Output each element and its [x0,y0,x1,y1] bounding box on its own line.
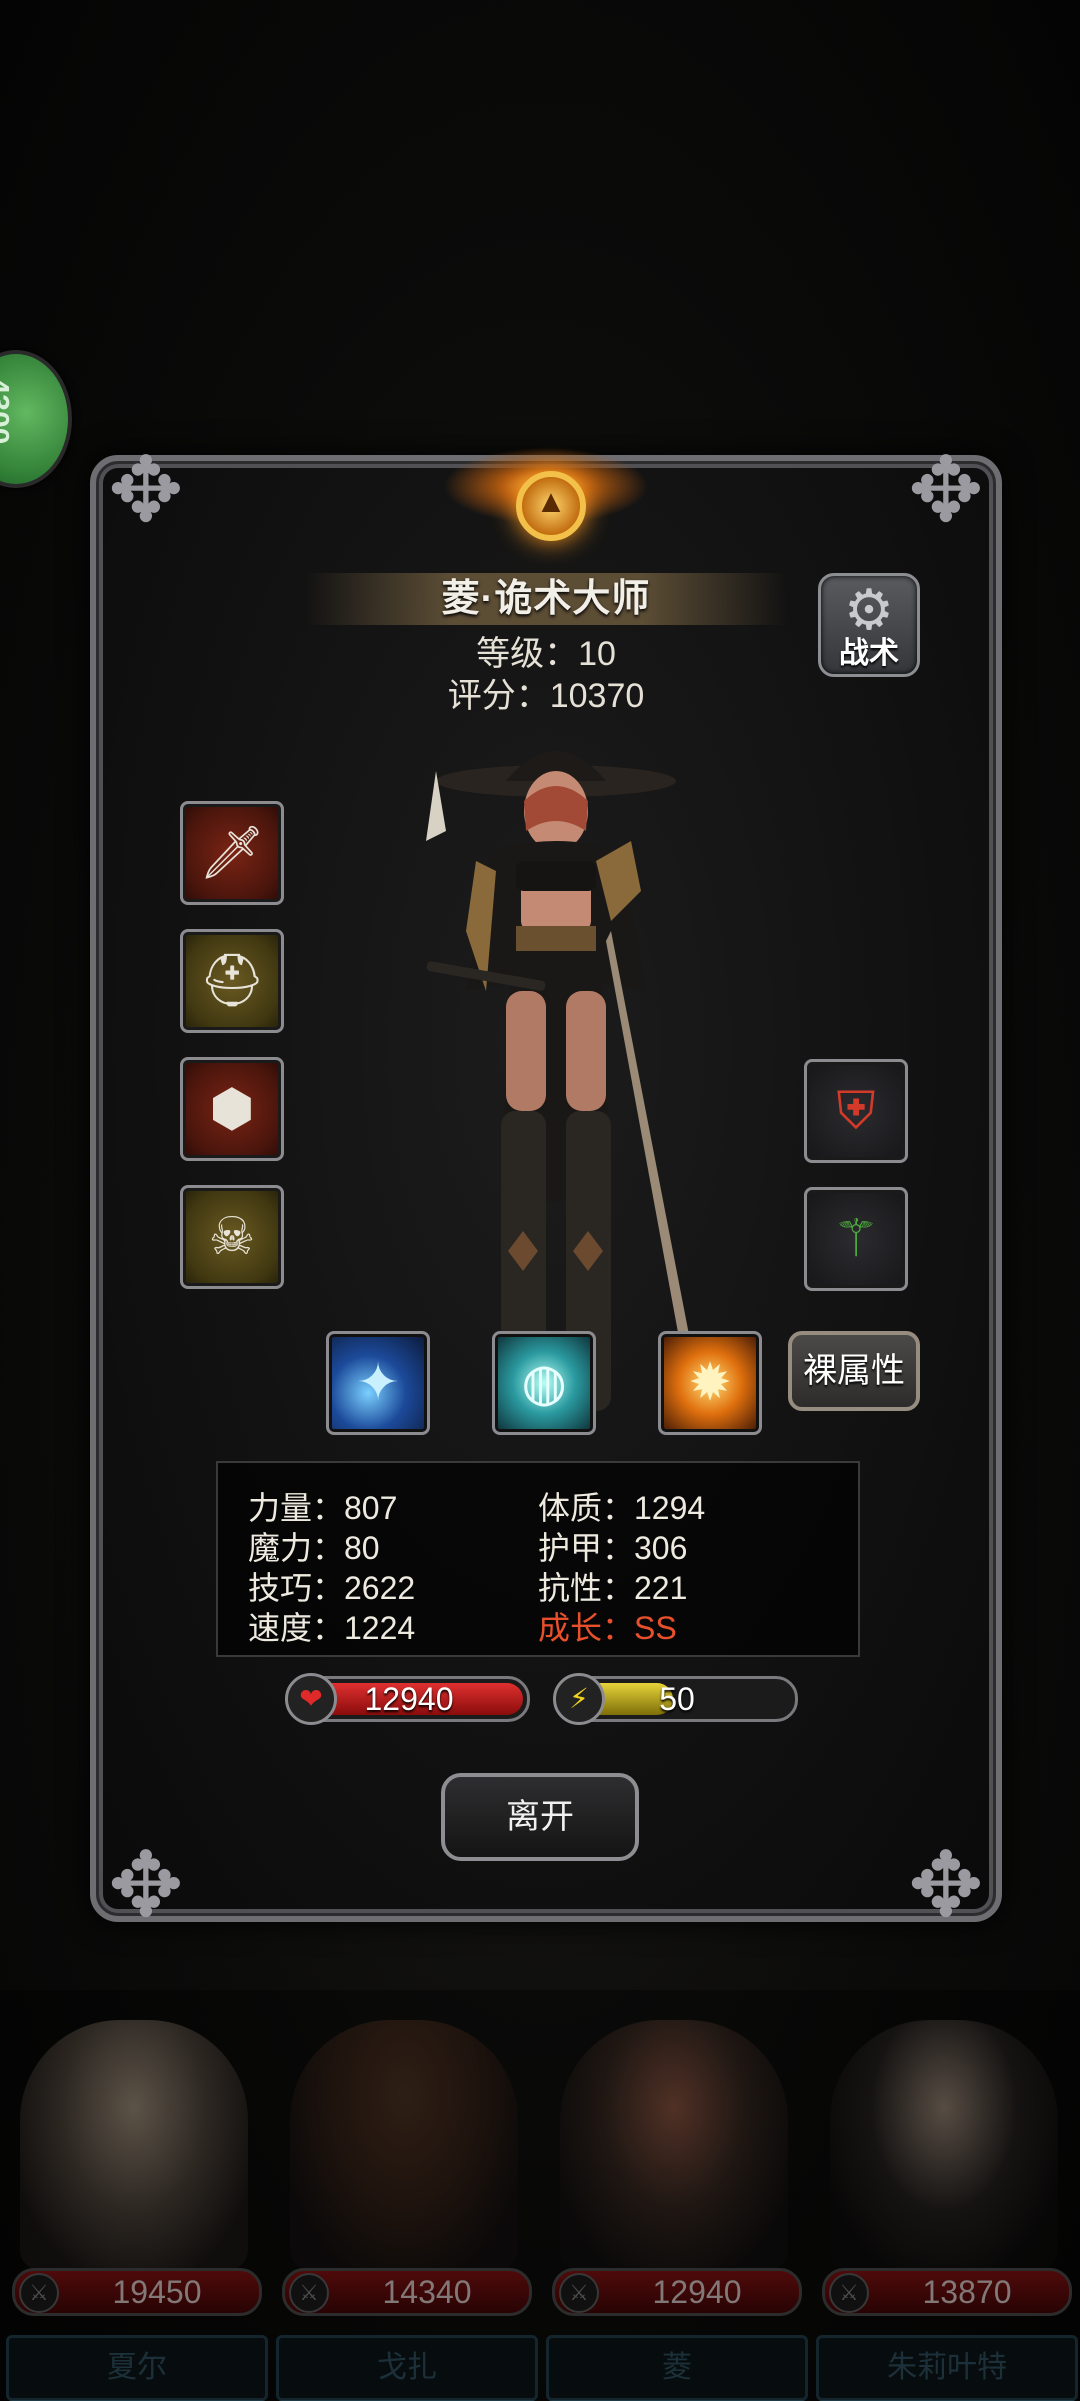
leave-label: 离开 [506,1798,574,1836]
naked-attributes-button[interactable]: 裸属性 [788,1331,920,1411]
character-name-bar: 菱·诡术大师 [306,573,786,625]
leave-button[interactable]: 离开 [441,1773,639,1861]
mask-icon: ☠ [208,1208,256,1266]
equipment-slot-weapon[interactable]: 🗡 [180,801,284,905]
stats-box: 力量：807 体质：1294 魔力：80 护甲：306 技巧：2622 抗性：2… [216,1461,860,1657]
equipment-slot-accessory[interactable]: ⛨ [804,1059,908,1163]
helmet-icon: ⛑ [198,952,265,1010]
energy-bar: ⚡ 50 [553,1673,798,1725]
hp-bar: ❤ 12940 [285,1673,530,1725]
stat-speed: 速度：1224 [248,1610,416,1646]
side-badge-text: 4300 [0,377,15,445]
serpent-staff-icon: ⚚ [832,1210,880,1268]
character-name: 菱·诡术大师 [441,578,651,620]
corner-ornament: ✥ [908,441,984,541]
team-roster: ⚔ 19450 夏尔 ⚔ 14340 戈扎 ⚔ 12940 菱 ⚔ 13870 [0,1990,1080,2401]
equipment-slot-mask[interactable]: ☠ [180,1185,284,1289]
corner-ornament: ✥ [108,441,184,541]
fire-burst-skill-icon: ✹ [688,1354,732,1412]
character-panel: ✥ ✥ ✥ ✥ ▲ 菱·诡术大师 等级：10 评分：10370 ⚙ 战术 � [90,441,1002,1936]
dagger-icon: 🗡 [198,824,265,882]
crest-emblem-icon: ▲ [516,471,586,541]
blue-beam-skill-icon: ✦ [356,1354,400,1412]
crest-shield-icon: ⛨ [836,1082,876,1140]
skill-slot-3[interactable]: ✹ [658,1331,762,1435]
hp-value: 12940 [364,1681,454,1717]
side-badge[interactable]: 4300 [0,350,72,488]
skill-slot-2[interactable]: ◍ [492,1331,596,1435]
character-portrait [426,751,696,1411]
skill-slot-1[interactable]: ✦ [326,1331,430,1435]
naked-attributes-label: 裸属性 [803,1352,905,1390]
equipment-slot-offhand[interactable]: ⚚ [804,1187,908,1291]
tactics-button[interactable]: ⚙ 战术 [818,573,920,677]
armor-plate-icon: ⬢ [209,1080,255,1138]
stat-growth: 成长：SS [538,1610,677,1646]
roster-dim-overlay [0,1990,1080,2400]
cyan-swirl-skill-icon: ◍ [521,1354,567,1412]
equipment-slot-armor[interactable]: ⬢ [180,1057,284,1161]
tactics-label: 战术 [839,637,899,670]
equipment-slot-helmet[interactable]: ⛑ [180,929,284,1033]
corner-ornament: ✥ [108,1836,184,1936]
energy-value: 50 [659,1681,695,1717]
corner-ornament: ✥ [908,1836,984,1936]
